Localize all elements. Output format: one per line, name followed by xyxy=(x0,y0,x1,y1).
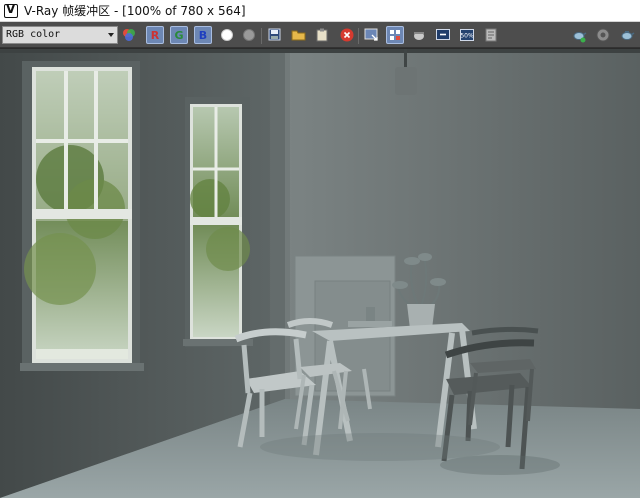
render-icon[interactable] xyxy=(618,26,636,44)
track-mouse-icon[interactable] xyxy=(386,26,404,44)
white-dot-icon[interactable] xyxy=(218,26,236,44)
channel-select-value: RGB color xyxy=(6,29,61,40)
green-channel-button[interactable]: G xyxy=(170,26,188,44)
clipboard-icon[interactable] xyxy=(313,26,331,44)
link-vfb-icon[interactable] xyxy=(434,26,452,44)
zoom-badge-text: 50% xyxy=(460,33,474,40)
toolbar-separator xyxy=(358,28,359,44)
red-channel-button[interactable]: R xyxy=(146,26,164,44)
render-viewport[interactable] xyxy=(0,49,640,498)
render-teapot-icon[interactable] xyxy=(570,26,588,44)
vray-logo-icon xyxy=(4,2,18,18)
rendered-dining-room-image xyxy=(0,49,640,498)
render-last-icon[interactable] xyxy=(410,26,428,44)
red-channel-label: R xyxy=(150,28,160,42)
blue-channel-label: B xyxy=(198,28,208,42)
green-channel-label: G xyxy=(174,28,184,42)
toolbar-separator xyxy=(261,28,262,44)
left-window xyxy=(20,61,144,371)
chevron-down-icon xyxy=(108,32,114,37)
window-title: V-Ray 帧缓冲区 - [100% of 780 x 564] xyxy=(24,4,246,18)
clear-image-icon[interactable] xyxy=(482,26,500,44)
save-icon[interactable] xyxy=(266,26,284,44)
channels-color-icon[interactable] xyxy=(120,26,138,44)
open-folder-icon[interactable] xyxy=(290,26,308,44)
zoom-50-icon[interactable]: 50% xyxy=(458,26,476,44)
gray-dot-icon[interactable] xyxy=(240,26,258,44)
blue-channel-button[interactable]: B xyxy=(194,26,212,44)
stop-render-icon[interactable] xyxy=(338,26,356,44)
right-window xyxy=(183,97,253,347)
title-bar: V-Ray 帧缓冲区 - [100% of 780 x 564] xyxy=(0,0,640,22)
region-render-icon[interactable] xyxy=(362,26,380,44)
channel-select[interactable]: RGB color xyxy=(2,25,118,44)
settings-icon[interactable] xyxy=(594,26,612,44)
